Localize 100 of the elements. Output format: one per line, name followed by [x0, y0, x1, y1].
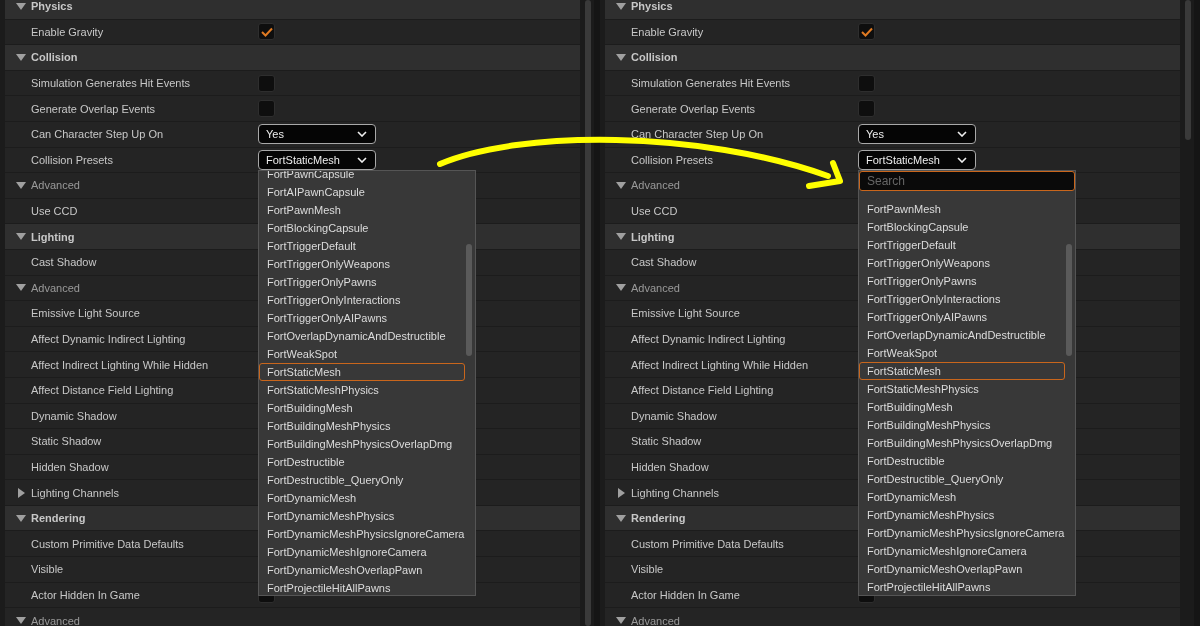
collapse-triangle-icon[interactable] [616, 284, 626, 292]
dropdown-item[interactable]: FortWeakSpot [859, 343, 1065, 362]
dropdown-item[interactable]: FortDynamicMeshPhysics [259, 506, 465, 525]
dropdown-item[interactable]: FortPawnCapsule [259, 170, 465, 183]
group-label[interactable]: Advanced [31, 179, 80, 192]
scrollbar-thumb[interactable] [1185, 0, 1191, 140]
dropdown-item[interactable]: FortOverlapDynamicAndDestructible [859, 325, 1065, 344]
dropdown-item[interactable]: FortStaticMeshPhysics [859, 379, 1065, 398]
checkbox[interactable] [258, 74, 275, 92]
dropdown-item[interactable]: FortTriggerOnlyInteractions [859, 289, 1065, 308]
dropdown-item[interactable]: FortDynamicMeshIgnoreCamera [259, 542, 465, 561]
collapse-triangle-icon[interactable] [16, 54, 26, 61]
dropdown-item[interactable]: FortDynamicMeshPhysicsIgnoreCamera [859, 523, 1065, 542]
collapse-triangle-icon[interactable] [616, 514, 626, 522]
dropdown-item[interactable]: FortPawnMesh [259, 200, 465, 219]
combo-box[interactable]: FortStaticMesh [258, 149, 376, 170]
collapse-triangle-icon[interactable] [616, 181, 626, 189]
collapse-triangle-icon[interactable] [616, 2, 626, 10]
dropdown-item[interactable]: FortProjectileHitAllPawns [859, 577, 1065, 595]
property-label: Hidden Shadow [31, 461, 109, 473]
group-label[interactable]: Advanced [31, 281, 80, 294]
dropdown-item[interactable]: FortDynamicMesh [259, 488, 465, 507]
dropdown-item[interactable]: FortDestructible [259, 452, 465, 471]
dropdown-item[interactable]: FortBlockingCapsule [859, 217, 1065, 236]
dropdown-item[interactable]: FortAIPawnCapsule [259, 182, 465, 201]
dropdown-item[interactable]: FortProjectileHitAllPawns [259, 578, 465, 595]
checkmark-icon [860, 26, 873, 37]
property-label: Enable Gravity [631, 25, 704, 38]
collapse-triangle-icon[interactable] [16, 617, 26, 625]
group-label[interactable]: Advanced [631, 179, 680, 192]
expand-triangle-icon[interactable] [617, 487, 625, 498]
collapse-triangle-icon[interactable] [616, 617, 626, 625]
dropdown-item[interactable]: FortDynamicMeshPhysics [859, 505, 1065, 524]
dropdown-item[interactable]: FortTriggerOnlyAIPawns [859, 307, 1065, 326]
combo-box[interactable]: Yes [858, 124, 976, 145]
dropdown-item[interactable]: FortDestructible_QueryOnly [859, 469, 1065, 488]
dropdown-item[interactable]: FortDynamicMeshPhysicsIgnoreCamera [259, 524, 465, 543]
dropdown-item[interactable]: FortBuildingMesh [859, 397, 1065, 416]
dropdown-item[interactable]: FortWeakSpot [259, 344, 465, 363]
collapse-triangle-icon[interactable] [616, 233, 626, 241]
checkbox[interactable] [858, 100, 875, 118]
dropdown-item[interactable]: FortDestructible [859, 451, 1065, 470]
section-header[interactable]: Collision [31, 51, 78, 64]
dropdown-item[interactable]: FortTriggerOnlyWeapons [259, 254, 465, 273]
section-header[interactable]: Lighting [31, 230, 75, 243]
collapse-triangle-icon[interactable] [16, 514, 26, 522]
combo-box[interactable]: Yes [258, 124, 376, 145]
dropdown-item[interactable]: FortBuildingMeshPhysicsOverlapDmg [859, 433, 1065, 452]
search-field[interactable]: Search [859, 170, 1075, 191]
section-header[interactable]: Collision [631, 51, 678, 64]
group-label[interactable]: Advanced [631, 614, 680, 626]
dropdown-item[interactable]: FortTriggerOnlyPawns [859, 271, 1065, 290]
property-label: Actor Hidden In Game [631, 588, 740, 601]
dropdown-item[interactable]: FortPawnMesh [859, 199, 1065, 218]
dropdown-item[interactable]: FortTriggerOnlyPawns [259, 272, 465, 291]
dropdown-item[interactable]: FortTriggerOnlyInteractions [259, 290, 465, 309]
dropdown-item[interactable]: FortBlockingCapsule [259, 218, 465, 237]
group-label[interactable]: Advanced [31, 614, 80, 626]
scrollbar-thumb[interactable] [585, 0, 591, 626]
checkbox[interactable] [258, 100, 275, 118]
dropdown-item[interactable]: FortDestructible_QueryOnly [259, 470, 465, 489]
collapse-triangle-icon[interactable] [16, 181, 26, 189]
dropdown-item[interactable]: FortTriggerDefault [859, 235, 1065, 254]
dropdown-item[interactable]: FortBuildingMeshPhysics [259, 416, 465, 435]
collapse-triangle-icon[interactable] [616, 54, 626, 61]
dropdown-item[interactable]: FortBuildingMeshPhysics [859, 415, 1065, 434]
dropdown-item[interactable]: FortBuildingMeshPhysicsOverlapDmg [259, 434, 465, 453]
group-label[interactable]: Advanced [631, 281, 680, 294]
group-label[interactable]: Lighting Channels [631, 486, 720, 499]
dropdown-item[interactable]: FortDynamicMeshOverlapPawn [259, 560, 465, 579]
dropdown-item[interactable]: FortTriggerOnlyAIPawns [259, 308, 465, 327]
section-header[interactable]: Physics [31, 0, 73, 13]
dropdown-item[interactable]: FortStaticMesh [859, 361, 1065, 380]
collapse-triangle-icon[interactable] [16, 2, 26, 10]
expand-triangle-icon[interactable] [17, 487, 25, 498]
collapse-triangle-icon[interactable] [16, 233, 26, 241]
dropdown-item[interactable]: FortDynamicMeshOverlapPawn [859, 559, 1065, 578]
dropdown-item[interactable]: FortStaticMesh [259, 362, 465, 381]
section-header[interactable]: Rendering [631, 512, 686, 525]
section-header[interactable]: Lighting [631, 230, 675, 243]
collapse-triangle-icon[interactable] [16, 284, 26, 292]
dropdown-item[interactable]: FortBuildingMesh [259, 398, 465, 417]
dropdown-item[interactable]: FortTriggerDefault [259, 236, 465, 255]
scrollbar-thumb[interactable] [466, 243, 472, 356]
dropdown-item[interactable]: FortDynamicMesh [859, 487, 1065, 506]
dropdown-item[interactable]: FortDynamicMeshIgnoreCamera [859, 541, 1065, 560]
scrollbar-thumb[interactable] [1066, 243, 1072, 356]
dropdown-item[interactable]: FortStaticMeshPhysics [259, 380, 465, 399]
checkbox[interactable] [858, 74, 875, 92]
section-header[interactable]: Physics [631, 0, 673, 13]
property-label: Emissive Light Source [631, 307, 740, 320]
dropdown-item[interactable]: FortOverlapDynamicAndDestructible [259, 326, 465, 345]
dropdown-item[interactable]: FortTriggerOnlyWeapons [859, 253, 1065, 272]
checkbox[interactable] [858, 23, 875, 41]
combo-box[interactable]: FortStaticMesh [858, 149, 976, 170]
group-label[interactable]: Lighting Channels [31, 486, 120, 499]
checkmark-icon [260, 26, 273, 37]
property-label: Custom Primitive Data Defaults [631, 537, 784, 550]
checkbox[interactable] [258, 23, 275, 41]
section-header[interactable]: Rendering [31, 512, 86, 525]
